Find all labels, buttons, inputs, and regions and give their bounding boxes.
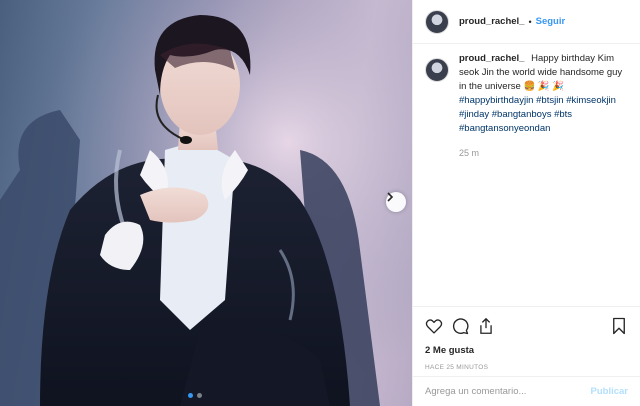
post-sidebar: proud_rachel_ • Seguir proud_rachel_ Hap… xyxy=(412,0,640,406)
likes-count[interactable]: 2 Me gusta xyxy=(425,345,628,356)
caption-time: 25 m xyxy=(459,148,480,158)
share-icon xyxy=(480,318,492,334)
carousel-dot-active xyxy=(188,393,193,398)
caption-section: proud_rachel_ Happy birthday Kim seok Ji… xyxy=(425,52,630,160)
share-button[interactable] xyxy=(477,317,495,335)
publish-button[interactable]: Publicar xyxy=(591,386,629,397)
add-comment-bar: Publicar xyxy=(413,376,640,406)
comment-icon xyxy=(452,318,469,335)
hashtag-link[interactable]: #jinday xyxy=(459,109,489,120)
save-button[interactable] xyxy=(610,317,628,335)
hashtag-link[interactable]: #btsjin xyxy=(536,95,563,106)
author-username[interactable]: proud_rachel_ xyxy=(459,16,524,27)
action-bar xyxy=(425,313,628,339)
header-separator: • xyxy=(528,16,532,27)
comment-button[interactable] xyxy=(451,317,469,335)
hashtag-link[interactable]: #bangtanboys xyxy=(492,109,552,120)
heart-icon xyxy=(425,319,443,334)
posted-time: HACE 25 MINUTOS xyxy=(425,364,489,371)
carousel-next-button[interactable] xyxy=(386,192,406,212)
bookmark-icon xyxy=(613,317,625,335)
hashtag-link[interactable]: #bts xyxy=(554,109,572,120)
chevron-right-icon xyxy=(387,192,394,202)
caption-username[interactable]: proud_rachel_ xyxy=(459,53,524,64)
comment-input[interactable] xyxy=(425,386,591,397)
follow-button[interactable]: Seguir xyxy=(536,16,566,27)
caption-emoji: 🍔 🎉 🎉 xyxy=(523,81,565,92)
carousel-indicator xyxy=(188,393,202,398)
hashtag-list: #happybirthdayjin #btsjin #kimseokjin #j… xyxy=(459,95,616,134)
post-photo[interactable] xyxy=(0,0,412,406)
hashtag-link[interactable]: #happybirthdayjin xyxy=(459,95,533,106)
action-section: 2 Me gusta HACE 25 MINUTOS xyxy=(413,306,640,371)
like-button[interactable] xyxy=(425,317,443,335)
caption-body: proud_rachel_ Happy birthday Kim seok Ji… xyxy=(459,52,630,160)
caption-avatar[interactable] xyxy=(425,58,449,82)
post-header: proud_rachel_ • Seguir xyxy=(413,0,640,44)
photo-illustration xyxy=(0,0,412,406)
caption-comment: proud_rachel_ Happy birthday Kim seok Ji… xyxy=(425,52,630,160)
carousel-dot xyxy=(197,393,202,398)
hashtag-link[interactable]: #bangtansonyeondan xyxy=(459,123,550,134)
hashtag-link[interactable]: #kimseokjin xyxy=(566,95,616,106)
author-avatar[interactable] xyxy=(425,9,449,34)
